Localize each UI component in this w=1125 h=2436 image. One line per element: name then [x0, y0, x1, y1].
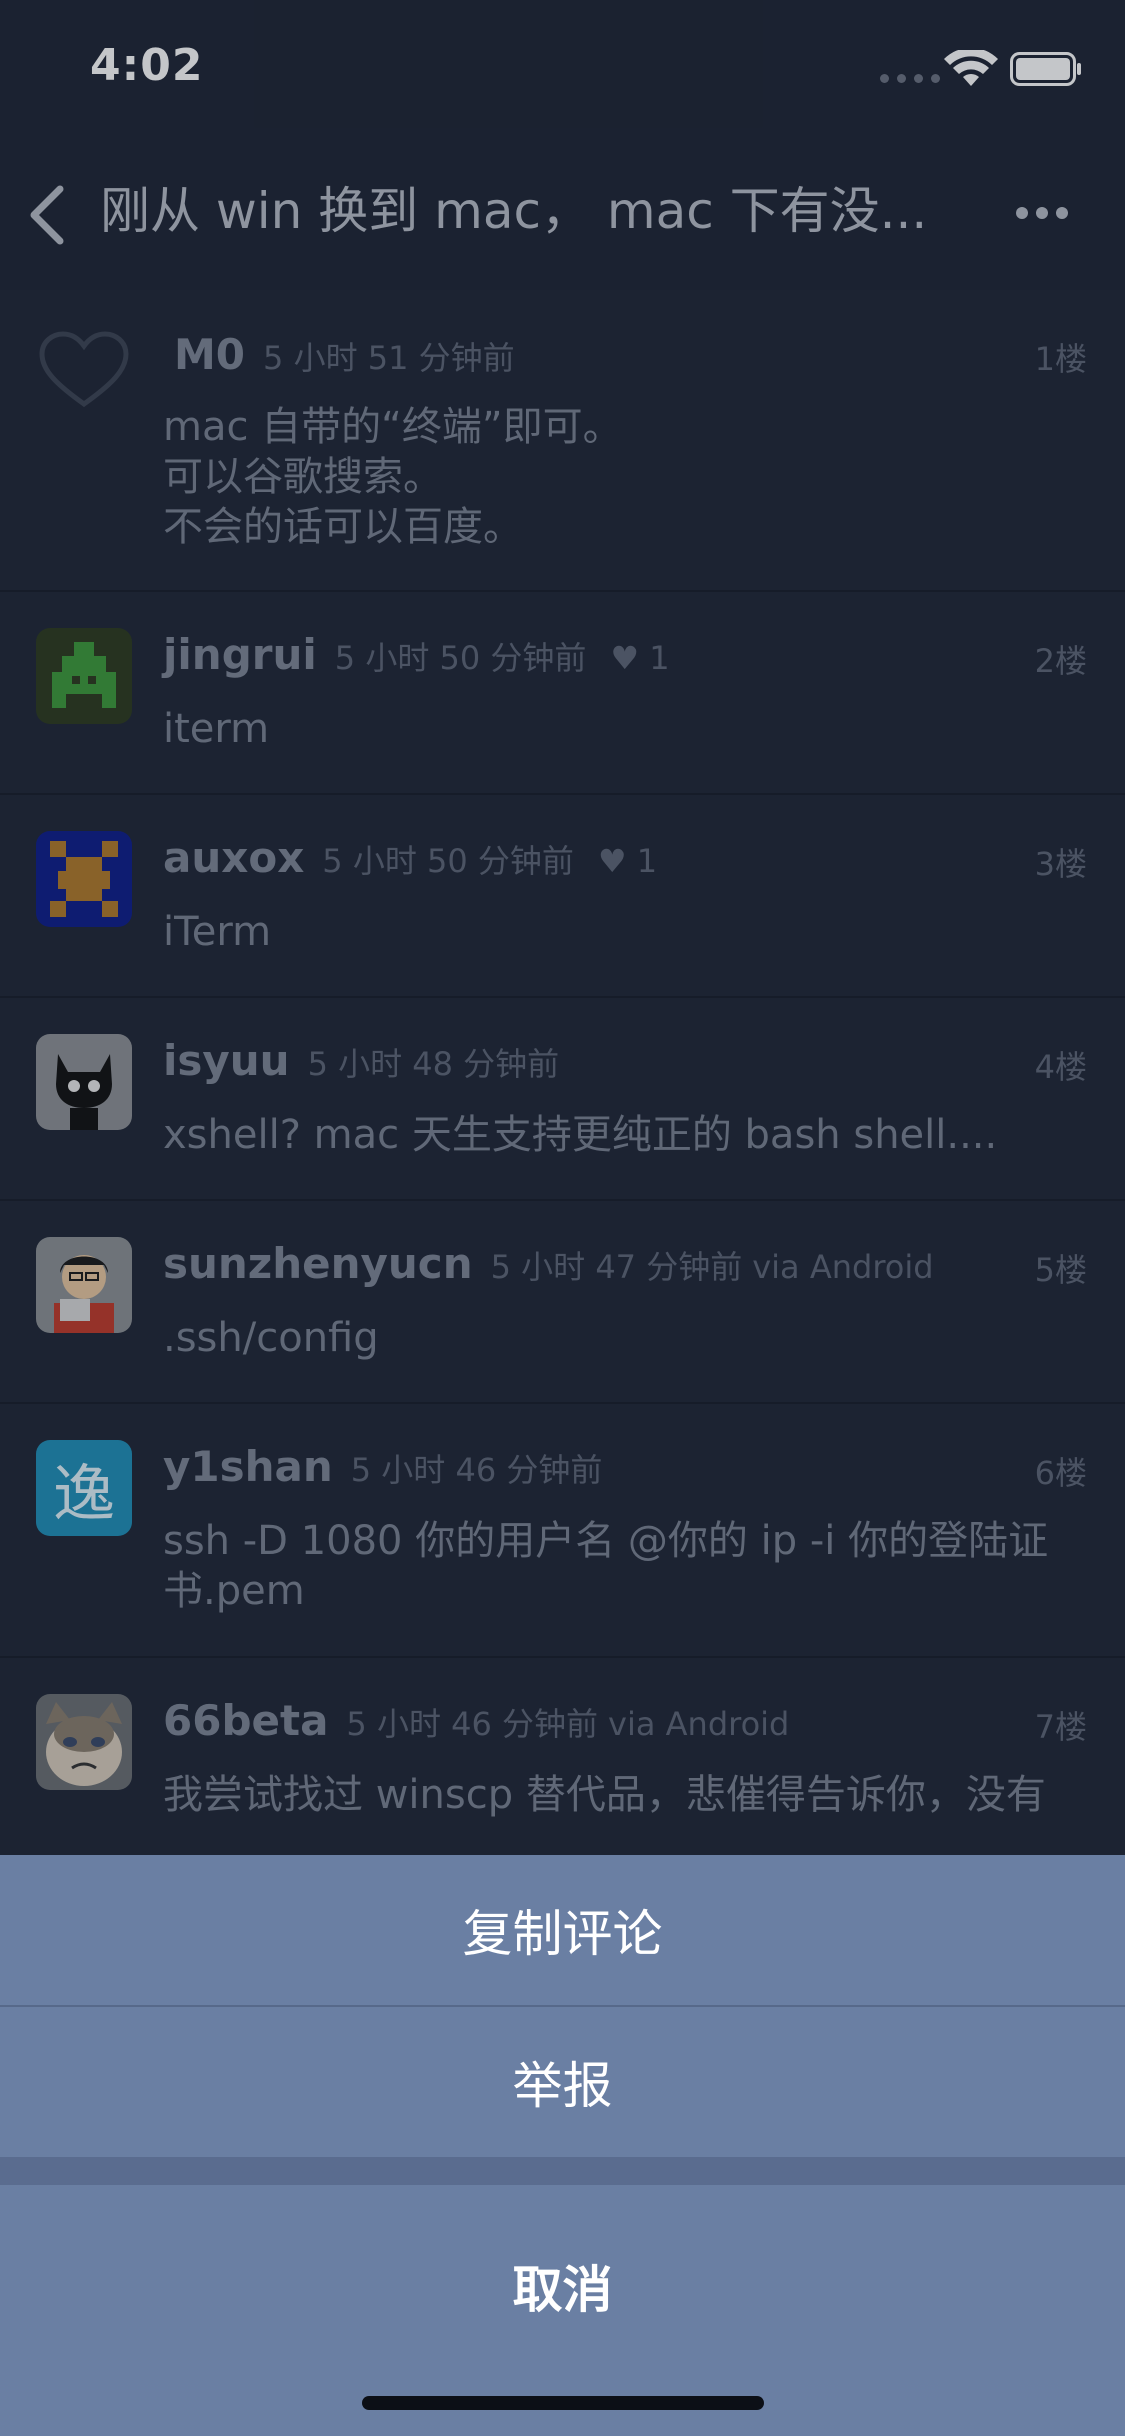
comment-time: 5 小时 46 分钟前	[350, 1451, 603, 1489]
floor-number: 6楼	[1034, 1454, 1087, 1492]
comment-time: 5 小时 51 分钟前	[263, 339, 515, 377]
comment-meta: 66beta 5 小时 46 分钟前 via Android	[163, 1696, 789, 1745]
avatar[interactable]	[36, 831, 132, 927]
page-title: 刚从 win 换到 mac， mac 下有没...	[100, 182, 928, 240]
status-time: 4:02	[90, 40, 204, 91]
username[interactable]: M0	[174, 330, 245, 379]
sheet-separator	[0, 2157, 1125, 2185]
comment-content: 我尝试找过 winscp 替代品，悲催得告诉你，没有	[163, 1772, 1046, 1818]
screen: 4:02 刚从 win 换到 mac， mac 下有没... M0 5 小时 5…	[0, 0, 1125, 2436]
comment-content: iTerm	[163, 909, 272, 955]
comment-meta: isyuu 5 小时 48 分钟前	[163, 1036, 559, 1085]
avatar-character: 逸	[52, 1457, 115, 1530]
avatar[interactable]: 逸	[36, 1440, 132, 1536]
username[interactable]: 66beta	[163, 1696, 328, 1745]
comment-row[interactable]: isyuu 5 小时 48 分钟前 4楼 xshell? mac 天生支持更纯正…	[0, 998, 1125, 1201]
comment-time: 5 小时 46 分钟前	[346, 1705, 599, 1743]
comment-time: 5 小时 50 分钟前	[322, 842, 574, 880]
comment-content: ssh -D 1080 你的用户名 @你的 ip -i 你的登陆证书.pem	[163, 1518, 1049, 1614]
copy-comment-button[interactable]: 复制评论	[0, 1855, 1125, 2005]
home-indicator[interactable]	[362, 2396, 764, 2410]
status-bar: 4:02	[0, 0, 1125, 135]
via-client: via Android	[752, 1248, 934, 1286]
comment-meta: auxox 5 小时 50 分钟前 ♥ 1	[163, 833, 657, 882]
comment-meta: sunzhenyucn 5 小时 47 分钟前 via Android	[163, 1239, 934, 1288]
avatar[interactable]	[36, 1034, 132, 1130]
back-chevron-icon[interactable]	[22, 175, 72, 255]
username[interactable]: jingrui	[163, 630, 317, 679]
action-sheet: 复制评论 举报 取消	[0, 1855, 1125, 2436]
comment-row[interactable]: 逸 y1shan 5 小时 46 分钟前 6楼 ssh -D 1080 你的用户…	[0, 1404, 1125, 1658]
comment-row[interactable]: sunzhenyucn 5 小时 47 分钟前 via Android 5楼 .…	[0, 1201, 1125, 1404]
wifi-icon	[944, 50, 998, 86]
username[interactable]: auxox	[163, 833, 304, 882]
username[interactable]: sunzhenyucn	[163, 1239, 473, 1288]
comment-list: M0 5 小时 51 分钟前 1楼 mac 自带的“终端”即可。 可以谷歌搜索。…	[0, 290, 1125, 1918]
username[interactable]: y1shan	[163, 1442, 333, 1491]
floor-number: 3楼	[1034, 845, 1087, 883]
via-client: via Android	[608, 1705, 790, 1743]
comment-row[interactable]: M0 5 小时 51 分钟前 1楼 mac 自带的“终端”即可。 可以谷歌搜索。…	[0, 290, 1125, 592]
heart-outline-icon	[39, 331, 129, 408]
comment-time: 5 小时 47 分钟前	[490, 1248, 743, 1286]
avatar[interactable]	[36, 1237, 132, 1333]
more-options-icon[interactable]	[1012, 193, 1072, 233]
comment-meta: M0 5 小时 51 分钟前	[174, 330, 515, 379]
comment-row[interactable]: jingrui 5 小时 50 分钟前 ♥ 1 2楼 iterm	[0, 592, 1125, 795]
comment-meta: jingrui 5 小时 50 分钟前 ♥ 1	[163, 630, 670, 679]
floor-number: 4楼	[1034, 1048, 1087, 1086]
comment-content: mac 自带的“终端”即可。 可以谷歌搜索。 不会的话可以百度。	[163, 404, 623, 550]
comment-time: 5 小时 50 分钟前	[334, 639, 587, 677]
comment-content: .ssh/config	[163, 1315, 379, 1361]
navigation-bar: 刚从 win 换到 mac， mac 下有没...	[0, 135, 1125, 290]
like-count: ♥ 1	[610, 639, 670, 677]
avatar[interactable]	[36, 628, 132, 724]
comment-content: iterm	[163, 706, 270, 752]
avatar[interactable]	[36, 1694, 132, 1790]
cellular-signal-icon	[880, 74, 940, 83]
battery-icon	[1010, 52, 1081, 86]
floor-number: 5楼	[1034, 1251, 1087, 1289]
floor-number: 1楼	[1034, 340, 1087, 378]
report-button[interactable]: 举报	[0, 2007, 1125, 2157]
comment-time: 5 小时 48 分钟前	[307, 1045, 560, 1083]
comment-content: xshell? mac 天生支持更纯正的 bash shell....	[163, 1112, 998, 1158]
username[interactable]: isyuu	[163, 1036, 290, 1085]
comment-row[interactable]: auxox 5 小时 50 分钟前 ♥ 1 3楼 iTerm	[0, 795, 1125, 998]
floor-number: 7楼	[1034, 1708, 1087, 1746]
floor-number: 2楼	[1034, 642, 1087, 680]
comment-meta: y1shan 5 小时 46 分钟前	[163, 1442, 602, 1491]
like-count: ♥ 1	[597, 842, 658, 880]
